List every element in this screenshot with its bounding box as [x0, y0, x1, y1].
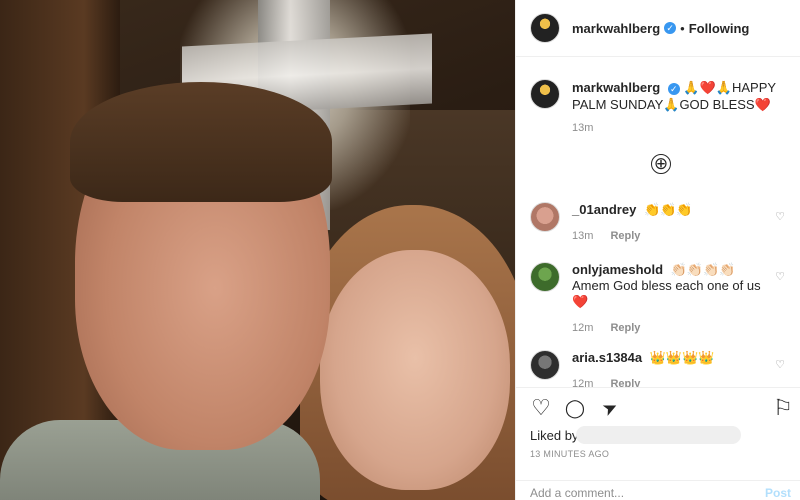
- reply-button[interactable]: Reply: [610, 378, 640, 387]
- reply-button[interactable]: Reply: [610, 322, 640, 334]
- comment-time: 12m: [572, 378, 594, 387]
- author-avatar[interactable]: [530, 13, 560, 43]
- comment-bubble-icon[interactable]: ◯: [563, 396, 587, 420]
- post-time-ago[interactable]: 13 MINUTES AGO: [530, 449, 609, 459]
- comment-item: onlyjameshold 👏🏻👏🏻👏🏻👏🏻 Amem God bless ea…: [530, 262, 795, 336]
- separator-dot: •: [680, 20, 685, 36]
- comment-time: 12m: [572, 322, 594, 334]
- verified-badge-icon: ✓: [667, 82, 680, 95]
- comment-body: onlyjameshold 👏🏻👏🏻👏🏻👏🏻 Amem God bless ea…: [572, 262, 767, 336]
- following-button[interactable]: Following: [689, 21, 750, 36]
- comment-username[interactable]: _01andrey: [572, 202, 636, 217]
- comment-like-heart-icon[interactable]: ♡: [775, 210, 785, 223]
- caption-username[interactable]: markwahlberg: [572, 80, 660, 95]
- comment-avatar[interactable]: [530, 350, 560, 380]
- load-more-comments-icon[interactable]: ⊕: [651, 154, 671, 174]
- caption: markwahlberg ✓ 🙏❤️🙏HAPPY PALM SUNDAY🙏GOD…: [530, 79, 790, 113]
- caption-avatar[interactable]: [530, 79, 560, 109]
- author-username[interactable]: markwahlberg: [572, 21, 660, 36]
- comment-item: _01andrey 👏👏👏 13m Reply ♡: [530, 202, 795, 244]
- comment-item: aria.s1384a 👑👑👑👑 12m Reply ♡: [530, 350, 795, 387]
- verified-badge-icon: ✓: [664, 22, 677, 34]
- comment-text: 👑👑👑👑: [649, 350, 715, 365]
- caption-text-block: markwahlberg ✓ 🙏❤️🙏HAPPY PALM SUNDAY🙏GOD…: [572, 79, 790, 113]
- liked-by-redacted[interactable]: [576, 426, 741, 444]
- comment-body: aria.s1384a 👑👑👑👑 12m Reply: [572, 350, 767, 387]
- photo-woman-face: [320, 250, 510, 490]
- comment-meta: 13m Reply: [572, 228, 767, 244]
- comment-body: _01andrey 👏👏👏 13m Reply: [572, 202, 767, 244]
- post-comment-button[interactable]: Post: [765, 486, 791, 500]
- comment-meta: 12m Reply: [572, 320, 767, 336]
- photo-man-hair: [70, 82, 332, 202]
- comment-like-heart-icon[interactable]: ♡: [775, 270, 785, 283]
- add-comment-bar: Add a comment... Post: [516, 480, 800, 500]
- comment-username[interactable]: onlyjameshold: [572, 262, 663, 277]
- comment-avatar[interactable]: [530, 262, 560, 292]
- post-side-panel: markwahlberg ✓ • Following markwahlberg …: [515, 0, 800, 500]
- comment-like-heart-icon[interactable]: ♡: [775, 358, 785, 371]
- add-comment-input[interactable]: Add a comment...: [530, 486, 624, 500]
- heart-icon[interactable]: ♡: [529, 396, 553, 420]
- caption-time: 13m: [572, 122, 594, 134]
- comment-meta: 12m Reply: [572, 376, 767, 387]
- liked-by-label: Liked by: [530, 428, 579, 443]
- comment-time: 13m: [572, 230, 594, 242]
- post-header: markwahlberg ✓ • Following: [516, 0, 800, 57]
- bookmark-icon[interactable]: ⚐: [771, 396, 795, 420]
- post-actions: ♡ ◯ ➤ ⚐ Liked by 13 MINUTES AGO Add a co…: [516, 387, 800, 500]
- comment-avatar[interactable]: [530, 202, 560, 232]
- comment-username[interactable]: aria.s1384a: [572, 350, 642, 365]
- post-photo[interactable]: [0, 0, 515, 500]
- comments-scroll-area[interactable]: markwahlberg ✓ 🙏❤️🙏HAPPY PALM SUNDAY🙏GOD…: [516, 57, 800, 387]
- comment-text: 👏👏👏: [643, 202, 693, 217]
- share-send-icon[interactable]: ➤: [594, 392, 626, 424]
- reply-button[interactable]: Reply: [610, 230, 640, 242]
